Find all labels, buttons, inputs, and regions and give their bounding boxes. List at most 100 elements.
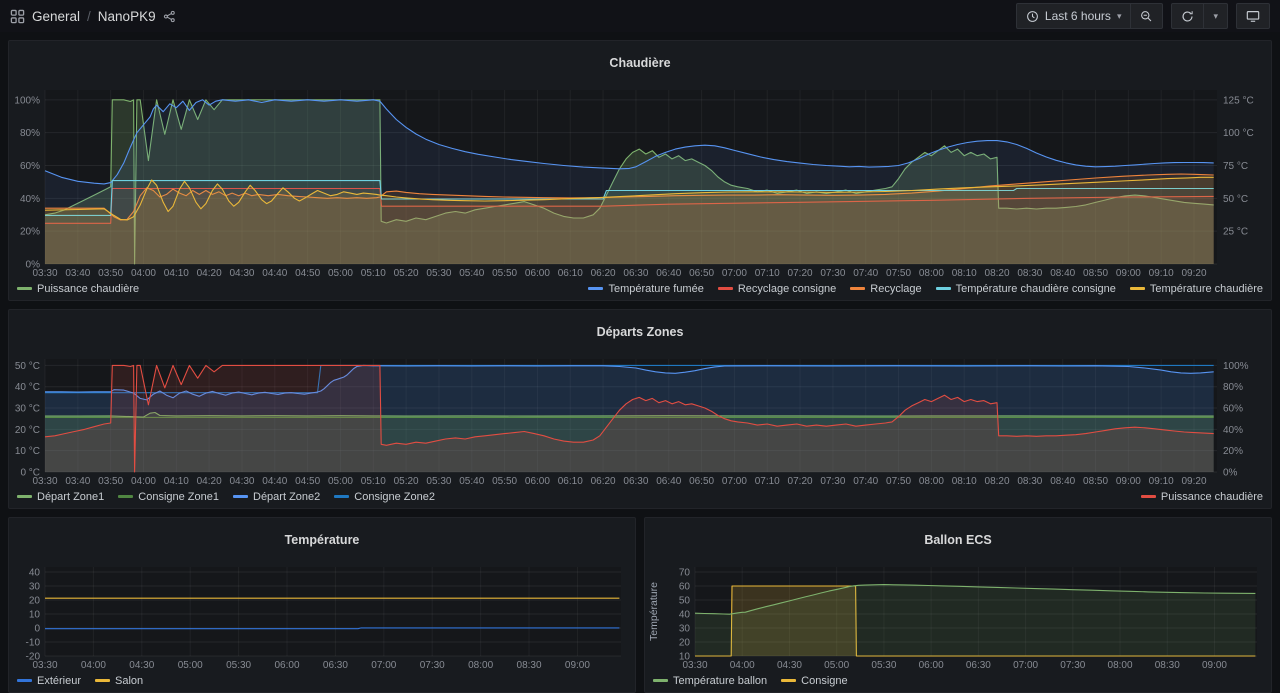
x-axis-tick-label: 06:20 <box>591 476 616 487</box>
x-axis-tick-label: 04:30 <box>777 660 802 671</box>
x-axis-tick-label: 06:30 <box>323 660 348 671</box>
panel-title-temperature[interactable]: Température <box>9 528 635 550</box>
x-axis-tick-label: 03:40 <box>65 268 90 279</box>
legend-item-temperature-chaudiere-consigne[interactable]: Température chaudière consigne <box>935 282 1116 295</box>
temperature-plot-area[interactable]: 03:30 04:00 04:30 05:00 05:30 06:00 06:30 07:00… <box>9 561 635 672</box>
departs-zones-plot-area[interactable]: 03:30 03:40 03:50 04:00 04:10 04:20 04:30 04:40… <box>9 353 1271 488</box>
legend-item-consigne-zone1[interactable]: Consigne Zone1 <box>118 491 219 503</box>
y-axis-left-tick-label: 40% <box>20 194 40 205</box>
ballon-ecs-legend: Température ballon Consigne <box>645 672 1271 692</box>
legend-item-puissance-chaudiere[interactable]: Puissance chaudière <box>1140 490 1263 503</box>
x-axis-tick-label: 04:00 <box>730 660 755 671</box>
x-axis-tick-label: 07:50 <box>886 268 911 279</box>
legend-item-consigne-zone2[interactable]: Consigne Zone2 <box>334 491 435 503</box>
y-axis-left-tick-label: 70 <box>679 567 691 578</box>
y-axis-right-tick-label: 0% <box>1223 467 1238 478</box>
x-axis-tick-label: 04:30 <box>229 268 254 279</box>
x-axis-tick-label: 08:40 <box>1050 476 1075 487</box>
y-axis-right-tick-label: 100% <box>1223 361 1249 372</box>
share-dashboard-icon[interactable] <box>163 10 176 23</box>
x-axis-tick-label: 07:20 <box>788 268 813 279</box>
legend-color-dash <box>1140 495 1156 498</box>
y-axis-left-tick-label: 100% <box>14 95 40 106</box>
legend-item-recyclage-consigne[interactable]: Recyclage consigne <box>717 282 837 295</box>
x-axis-tick-label: 04:10 <box>164 476 189 487</box>
x-axis-tick-label: 04:30 <box>229 476 254 487</box>
x-axis-tick-label: 05:40 <box>459 476 484 487</box>
legend-color-dash <box>653 679 668 682</box>
legend-item-temperature-fumee[interactable]: Température fumée <box>588 283 704 295</box>
legend-label: Salon <box>115 674 144 687</box>
refresh-interval-dropdown[interactable]: ▾ <box>1204 3 1228 29</box>
time-range-label: Last 6 hours <box>1044 9 1111 23</box>
chaudiere-plot-area[interactable]: 03:30 03:40 03:50 04:00 04:10 04:20 04:30 04:40… <box>9 84 1271 280</box>
zoom-out-time-button[interactable] <box>1131 3 1164 29</box>
x-axis-tick-label: 04:40 <box>262 268 287 279</box>
y-axis-left-tick-label: 20 <box>679 637 691 648</box>
breadcrumb-dashboard-title[interactable]: NanoPK9 <box>98 9 156 24</box>
x-axis-tick-label: 07:20 <box>788 476 813 487</box>
panel-title-chaudiere[interactable]: Chaudière <box>9 51 1271 73</box>
x-axis-tick-label: 05:20 <box>394 268 419 279</box>
y-axis-left-tick-label: 50 <box>679 595 691 606</box>
x-axis-tick-label: 06:00 <box>525 476 550 487</box>
panel-title-ballon-ecs[interactable]: Ballon ECS <box>645 528 1271 550</box>
x-axis-tick-label: 05:50 <box>492 268 517 279</box>
legend-item-depart-zone2[interactable]: Départ Zone2 <box>233 491 320 503</box>
y-axis-left-tick-label: 30 °C <box>15 403 40 414</box>
y-axis-left-tick-label: 50 °C <box>15 361 40 372</box>
y-axis-left-tick-label: 10 °C <box>15 446 40 457</box>
x-axis-tick-label: 06:00 <box>525 268 550 279</box>
x-axis-tick-label: 05:40 <box>459 268 484 279</box>
y-axis-left-tick-label: 30 <box>679 623 691 634</box>
y-axis-left-tick-label: 60 <box>679 581 691 592</box>
x-axis-tick-label: 04:00 <box>131 476 156 487</box>
x-axis-tick-label: 08:30 <box>1017 268 1042 279</box>
y-axis-left-tick-label: -20 <box>26 651 41 662</box>
legend-item-consigne[interactable]: Consigne <box>781 675 848 687</box>
legend-color-dash <box>17 495 32 498</box>
x-axis-tick-label: 08:20 <box>985 476 1010 487</box>
breadcrumb-folder[interactable]: General <box>32 9 80 24</box>
legend-label: Recyclage consigne <box>737 282 837 295</box>
x-axis-tick-label: 05:30 <box>426 476 451 487</box>
refresh-dashboard-button[interactable] <box>1171 3 1205 29</box>
x-axis-tick-label: 06:40 <box>656 268 681 279</box>
x-axis-tick-label: 05:00 <box>328 268 353 279</box>
y-axis-left-tick-label: -10 <box>26 637 41 648</box>
dashboards-grid-icon[interactable] <box>10 9 25 24</box>
x-axis-tick-label: 07:30 <box>820 476 845 487</box>
legend-color-dash <box>334 495 350 498</box>
x-axis-tick-label: 06:10 <box>558 476 583 487</box>
x-axis-tick-label: 03:50 <box>98 268 123 279</box>
x-axis-tick-label: 04:10 <box>164 268 189 279</box>
y-axis-right-tick-label: 125 °C <box>1223 95 1254 106</box>
legend-item-depart-zone1[interactable]: Départ Zone1 <box>17 491 104 503</box>
chart-canvas: 03:30 03:40 03:50 04:00 04:10 04:20 04:30 04:40… <box>14 89 1254 279</box>
x-axis-tick-label: 07:30 <box>420 660 445 671</box>
x-axis-tick-label: 06:30 <box>623 268 648 279</box>
y-axis-left-tick-label: 40 <box>679 609 691 620</box>
cycle-view-mode-button[interactable] <box>1236 3 1270 29</box>
legend-item-exterieur[interactable]: Extérieur <box>17 675 81 687</box>
chaudiere-legend: Puissance chaudière Température fumée Recy… <box>9 280 1271 300</box>
x-axis-tick-label: 05:50 <box>492 476 517 487</box>
y-axis-title: Température <box>648 582 660 641</box>
x-axis-tick-label: 08:00 <box>1108 660 1133 671</box>
tv-monitor-icon <box>1246 9 1260 23</box>
legend-item-temperature-ballon[interactable]: Température ballon <box>653 675 767 687</box>
legend-label: Recyclage <box>870 282 922 295</box>
chart-canvas: 03:30 03:40 03:50 04:00 04:10 04:20 04:30 04:40… <box>15 358 1249 487</box>
legend-label: Température chaudière consigne <box>955 282 1116 295</box>
x-axis-tick-label: 08:50 <box>1083 476 1108 487</box>
panel-title-departs-zones[interactable]: Départs Zones <box>9 320 1271 342</box>
legend-item-temperature-chaudiere[interactable]: Température chaudière <box>1129 283 1263 295</box>
legend-item-salon[interactable]: Salon <box>95 675 143 687</box>
y-axis-right-tick-label: 40% <box>1223 425 1243 436</box>
legend-item-puissance-chaudiere[interactable]: Puissance chaudière <box>17 283 139 295</box>
legend-label: Puissance chaudière <box>1160 490 1263 503</box>
ballon-ecs-plot-area[interactable]: 03:30 04:00 04:30 05:00 05:30 06:00 06:30 07:00… <box>645 561 1271 672</box>
y-axis-left-tick-label: 20 <box>29 595 41 606</box>
time-range-picker-button[interactable]: Last 6 hours ▾ <box>1015 3 1132 29</box>
legend-item-recyclage[interactable]: Recyclage <box>850 282 922 295</box>
